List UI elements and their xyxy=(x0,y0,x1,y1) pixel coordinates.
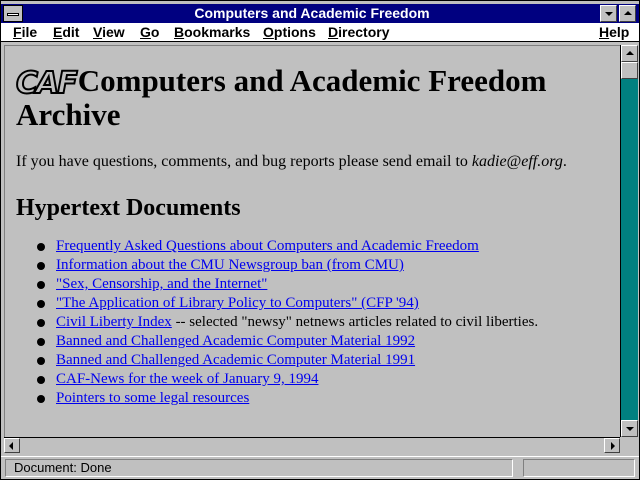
contact-email: kadie@eff.org xyxy=(471,153,563,170)
bullet-icon xyxy=(37,281,45,289)
list-item: "Sex, Censorship, and the Internet" xyxy=(16,275,612,294)
browser-window: Computers and Academic Freedom File Edit… xyxy=(0,0,640,480)
minimize-button[interactable] xyxy=(600,5,617,22)
menu-options[interactable]: Options xyxy=(263,24,316,41)
menu-edit-mnemonic: E xyxy=(53,24,63,40)
bullet-icon xyxy=(37,357,45,365)
vertical-scrollbar[interactable] xyxy=(620,45,638,437)
menu-bookmarks-label: ookmarks xyxy=(184,24,251,40)
link-banned-1991[interactable]: Banned and Challenged Academic Computer … xyxy=(56,352,415,368)
menu-help[interactable]: Help xyxy=(599,24,629,41)
link-legal-resources[interactable]: Pointers to some legal resources xyxy=(56,390,249,406)
menu-bookmarks-mnemonic: B xyxy=(174,24,185,40)
scrollbar-corner xyxy=(620,437,638,453)
arrow-up-icon xyxy=(626,51,634,55)
menu-edit[interactable]: Edit xyxy=(53,24,79,41)
list-item: Frequently Asked Questions about Compute… xyxy=(16,237,612,256)
list-item: Information about the CMU Newsgroup ban … xyxy=(16,256,612,275)
status-bar: Document: Done xyxy=(1,456,639,479)
link-caf-news[interactable]: CAF-News for the week of January 9, 1994 xyxy=(56,371,318,387)
intro-paragraph: If you have questions, comments, and bug… xyxy=(16,153,612,171)
menu-options-label: ptions xyxy=(273,24,316,40)
list-item: Banned and Challenged Academic Computer … xyxy=(16,332,612,351)
system-menu-icon xyxy=(7,13,19,16)
bullet-icon xyxy=(37,376,45,384)
menu-view-mnemonic: V xyxy=(93,24,103,40)
list-item: Pointers to some legal resources xyxy=(16,389,612,408)
menu-go-label: o xyxy=(150,24,160,40)
section-heading: Hypertext Documents xyxy=(16,195,241,221)
menu-view-label: iew xyxy=(102,24,125,40)
title-bar[interactable]: Computers and Academic Freedom xyxy=(1,4,639,23)
menu-file-mnemonic: F xyxy=(13,24,22,40)
page-heading: Computers and Academic Freedom Archive xyxy=(16,63,547,132)
menu-help-mnemonic: H xyxy=(599,24,610,40)
link-banned-1992[interactable]: Banned and Challenged Academic Computer … xyxy=(56,333,415,349)
link-library-policy[interactable]: "The Application of Library Policy to Co… xyxy=(56,295,419,311)
bullet-icon xyxy=(37,338,45,346)
menu-file-label: ile xyxy=(21,24,38,40)
menu-directory[interactable]: Directory xyxy=(328,24,389,41)
menu-go-mnemonic: G xyxy=(140,24,151,40)
menu-go[interactable]: Go xyxy=(140,24,159,41)
minimize-icon xyxy=(605,12,613,16)
menu-directory-mnemonic: D xyxy=(328,24,339,40)
window-title: Computers and Academic Freedom xyxy=(194,5,430,21)
scroll-down-button[interactable] xyxy=(621,420,638,437)
arrow-right-icon xyxy=(611,442,615,450)
bullet-icon xyxy=(37,262,45,270)
menu-help-label: elp xyxy=(609,24,630,40)
caf-logo: CAF xyxy=(15,66,79,101)
intro-text: If you have questions, comments, and bug… xyxy=(16,153,472,170)
maximize-icon xyxy=(624,11,632,15)
link-caf-faq[interactable]: Frequently Asked Questions about Compute… xyxy=(56,238,479,254)
list-item: CAF-News for the week of January 9, 1994 xyxy=(16,370,612,389)
page-title: CAFComputers and Academic Freedom Archiv… xyxy=(15,63,612,132)
bullet-icon xyxy=(37,300,45,308)
arrow-down-icon xyxy=(626,427,634,431)
progress-indicator xyxy=(523,459,635,477)
link-civil-liberty-index[interactable]: Civil Liberty Index xyxy=(56,314,172,330)
link-cmu-newsgroup-ban[interactable]: Information about the CMU Newsgroup ban … xyxy=(56,257,404,273)
bullet-icon xyxy=(37,395,45,403)
page-body: CAFComputers and Academic Freedom Archiv… xyxy=(15,63,612,408)
document-view[interactable]: CAFComputers and Academic Freedom Archiv… xyxy=(4,45,620,437)
list-item: Banned and Challenged Academic Computer … xyxy=(16,351,612,370)
link-sex-censorship[interactable]: "Sex, Censorship, and the Internet" xyxy=(56,276,267,292)
menu-view[interactable]: View xyxy=(93,24,125,41)
menu-options-mnemonic: O xyxy=(263,24,274,40)
scroll-right-button[interactable] xyxy=(604,438,620,453)
status-text: Document: Done xyxy=(5,459,513,477)
menu-bar: File Edit View Go Bookmarks Options Dire… xyxy=(1,23,639,42)
menu-file[interactable]: File xyxy=(13,24,37,41)
document-list: Frequently Asked Questions about Compute… xyxy=(16,237,612,408)
bullet-icon xyxy=(37,319,45,327)
scroll-left-button[interactable] xyxy=(4,438,20,453)
intro-end: . xyxy=(562,153,567,170)
menu-directory-label: irectory xyxy=(338,24,390,40)
scroll-up-button[interactable] xyxy=(621,45,638,62)
maximize-button[interactable] xyxy=(619,5,636,22)
vertical-scroll-thumb[interactable] xyxy=(621,62,638,79)
system-menu-button[interactable] xyxy=(3,5,23,22)
horizontal-scrollbar[interactable] xyxy=(4,437,620,453)
civil-liberty-description: -- selected "newsy" netnews articles rel… xyxy=(171,314,539,330)
arrow-left-icon xyxy=(9,442,13,450)
list-item: "The Application of Library Policy to Co… xyxy=(16,294,612,313)
menu-edit-label: dit xyxy=(62,24,80,40)
menu-bookmarks[interactable]: Bookmarks xyxy=(174,24,250,41)
list-item: Civil Liberty Index -- selected "newsy" … xyxy=(16,313,612,332)
bullet-icon xyxy=(37,243,45,251)
